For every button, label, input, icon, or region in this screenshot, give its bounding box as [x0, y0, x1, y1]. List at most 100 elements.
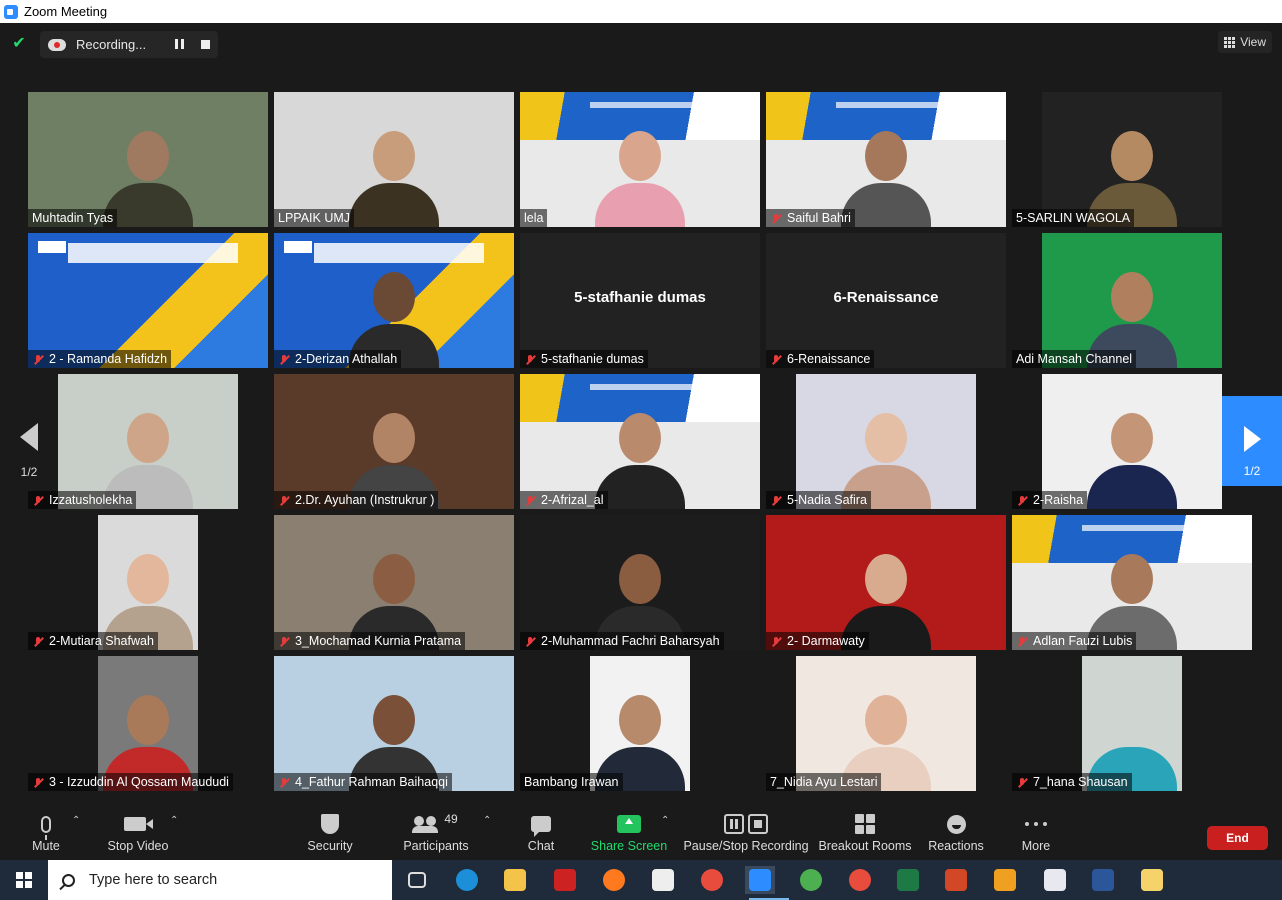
edge-taskbar-button[interactable] [452, 866, 482, 894]
participant-name: 2- Darmawaty [787, 634, 865, 648]
participant-tile[interactable]: Muhtadin Tyas [28, 92, 268, 227]
page-indicator-left: 1/2 [20, 465, 38, 479]
participant-tile[interactable]: 2-Afrizal_al [520, 374, 760, 509]
firefox-icon [603, 869, 625, 891]
share-screen-button[interactable]: Share Screen [591, 811, 667, 853]
breakout-rooms-button[interactable]: Breakout Rooms [818, 811, 912, 853]
video-options-caret[interactable]: ⌃ [170, 815, 178, 826]
participant-name: 2-Mutiara Shafwah [49, 634, 154, 648]
participant-name-label: Bambang Irawan [520, 773, 623, 791]
video-feed [520, 656, 760, 791]
muted-mic-icon [1016, 636, 1028, 648]
participant-tile[interactable]: LPPAIK UMJ [274, 92, 514, 227]
participant-tile[interactable]: 6-Renaissance 6-Renaissance [766, 233, 1006, 368]
red-app-taskbar-button[interactable] [550, 866, 580, 894]
chat-label: Chat [527, 839, 555, 853]
image-viewer-icon [1141, 869, 1163, 891]
participant-tile[interactable]: Adlan Fauzi Lubis [1012, 515, 1252, 650]
participant-tile[interactable]: Bambang Irawan [520, 656, 760, 791]
more-button[interactable]: More [1019, 811, 1053, 853]
video-feed [766, 92, 1006, 227]
share-options-caret[interactable]: ⌃ [661, 815, 669, 826]
image-viewer-taskbar-button[interactable] [1137, 866, 1167, 894]
pause-stop-recording-button[interactable]: Pause/Stop Recording [683, 811, 809, 853]
participant-name-label: 3 - Izzuddin Al Qossam Maududi [28, 773, 233, 791]
participant-tile[interactable]: 2.Dr. Ayuhan (Instrukrur ) [274, 374, 514, 509]
chrome-profile-2-taskbar-button[interactable] [845, 866, 875, 894]
pause-recording-button[interactable] [175, 38, 187, 51]
participant-tile[interactable]: 2-Derizan Athallah [274, 233, 514, 368]
participant-tile[interactable]: lela [520, 92, 760, 227]
chevron-left-icon [20, 423, 38, 451]
participant-tile[interactable]: 2-Raisha [1012, 374, 1252, 509]
end-meeting-button[interactable]: End [1207, 826, 1268, 850]
powerpoint-taskbar-button[interactable] [941, 866, 971, 894]
participant-name-label: 2 - Ramanda Hafidzh [28, 350, 172, 368]
mute-button[interactable]: Mute [30, 811, 62, 853]
firefox-taskbar-button[interactable] [599, 866, 629, 894]
participant-tile[interactable]: 3 - Izzuddin Al Qossam Maududi [28, 656, 268, 791]
view-button[interactable]: View [1218, 31, 1272, 53]
participant-tile[interactable]: Saiful Bahri [766, 92, 1006, 227]
encryption-shield-icon[interactable]: ✔ [10, 35, 28, 53]
muted-mic-icon [32, 636, 44, 648]
participant-name: Adlan Fauzi Lubis [1033, 634, 1133, 648]
security-button[interactable]: Security [306, 811, 354, 853]
video-feed [28, 656, 268, 791]
participant-tile[interactable]: 3_Mochamad Kurnia Pratama [274, 515, 514, 650]
previous-page-button[interactable]: 1/2 [14, 423, 44, 503]
video-player-taskbar-button[interactable] [990, 866, 1020, 894]
file-explorer-taskbar-button[interactable] [500, 866, 530, 894]
meeting-area: ✔ Recording... View Muhtadin Tyas LPPAIK … [0, 23, 1282, 860]
participant-tile[interactable]: 5-SARLIN WAGOLA [1012, 92, 1252, 227]
participant-name: 2 - Ramanda Hafidzh [49, 352, 168, 366]
muted-mic-icon [770, 495, 782, 507]
task-view-taskbar-button[interactable] [402, 866, 432, 894]
participant-name-label: 2-Derizan Athallah [274, 350, 402, 368]
next-page-button[interactable]: 1/2 [1222, 396, 1282, 486]
participants-options-caret[interactable]: ⌃ [483, 815, 491, 826]
participants-button[interactable]: 49 Participants [402, 811, 470, 853]
zoom-taskbar-button[interactable] [745, 866, 789, 900]
store-taskbar-button[interactable] [648, 866, 678, 894]
participant-tile[interactable]: 7_Nidia Ayu Lestari [766, 656, 1006, 791]
video-feed [1012, 92, 1252, 227]
start-button[interactable] [0, 860, 48, 900]
taskbar-search-box[interactable]: Type here to search [48, 860, 392, 900]
emoji-icon [946, 814, 966, 834]
participant-name: 2.Dr. Ayuhan (Instrukrur ) [295, 493, 435, 507]
participant-tile[interactable]: 7_hana Shausan [1012, 656, 1252, 791]
participant-tile[interactable]: Izzatusholekha [28, 374, 268, 509]
video-feed [274, 233, 514, 368]
participant-name-label: 7_Nidia Ayu Lestari [766, 773, 882, 791]
participant-tile[interactable]: Adi Mansah Channel [1012, 233, 1252, 368]
video-feed [520, 92, 760, 227]
participant-name-label: 2-Muhammad Fachri Baharsyah [520, 632, 724, 650]
participant-name: 6-Renaissance [787, 352, 871, 366]
participant-name-label: Muhtadin Tyas [28, 209, 118, 227]
participant-tile[interactable]: 5-Nadia Safira [766, 374, 1006, 509]
stop-video-button[interactable]: Stop Video [105, 811, 171, 853]
edge-icon [456, 869, 478, 891]
participant-tile[interactable]: 4_Fathur Rahman Baihaqqi [274, 656, 514, 791]
participant-tile[interactable]: 2-Mutiara Shafwah [28, 515, 268, 650]
chrome-profile-taskbar-button[interactable] [796, 866, 826, 894]
stop-recording-button[interactable] [201, 40, 210, 49]
chrome-taskbar-button[interactable] [697, 866, 727, 894]
participant-name: lela [524, 211, 544, 225]
participant-center-name: 6-Renaissance [833, 289, 939, 306]
participant-tile[interactable]: 2- Darmawaty [766, 515, 1006, 650]
participants-icon [412, 816, 439, 833]
audio-options-caret[interactable]: ⌃ [72, 815, 80, 826]
word-taskbar-button[interactable] [1088, 866, 1118, 894]
participant-tile[interactable]: 5-stafhanie dumas 5-stafhanie dumas [520, 233, 760, 368]
muted-mic-icon [1016, 777, 1028, 789]
participant-tile[interactable]: 2-Muhammad Fachri Baharsyah [520, 515, 760, 650]
chat-button[interactable]: Chat [524, 811, 558, 853]
reactions-button[interactable]: Reactions [928, 811, 984, 853]
excel-taskbar-button[interactable] [893, 866, 923, 894]
participant-name: Bambang Irawan [524, 775, 619, 789]
paint-taskbar-button[interactable] [1040, 866, 1070, 894]
participant-tile[interactable]: 2 - Ramanda Hafidzh [28, 233, 268, 368]
meeting-toolbar: Mute ⌃ Stop Video ⌃ Security 49 Particip… [0, 795, 1282, 860]
